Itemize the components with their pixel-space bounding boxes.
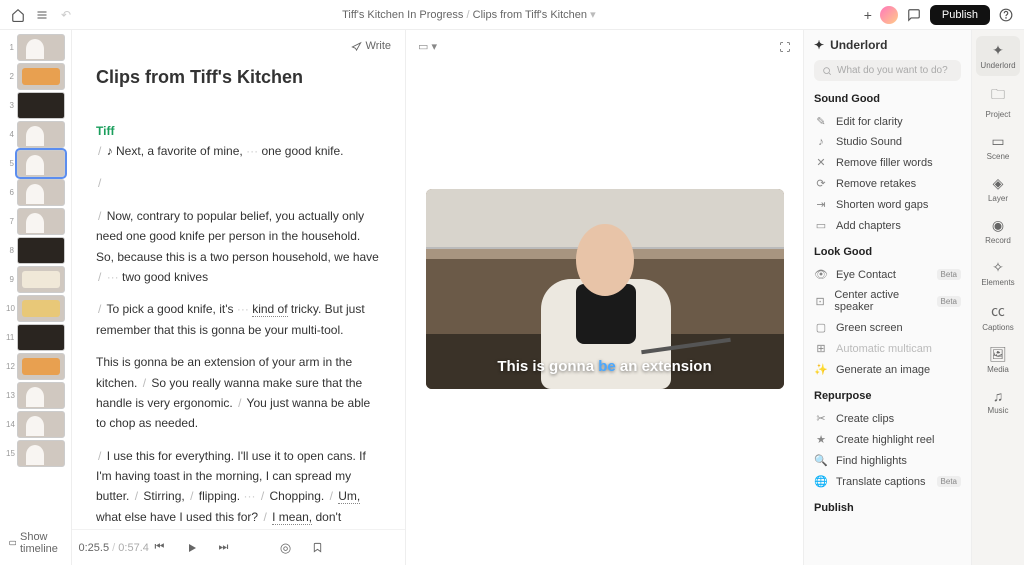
green-screen-button[interactable]: ▢Green screen bbox=[814, 317, 961, 338]
layout-icon[interactable]: ▭ ▾ bbox=[418, 40, 437, 53]
studio-sound-button[interactable]: ♪Studio Sound bbox=[814, 132, 961, 152]
auto-multicam-button: ⊞Automatic multicam bbox=[814, 338, 961, 359]
panel-title: ✦ Underlord bbox=[814, 38, 961, 52]
rail-captions[interactable]: ㏄Captions bbox=[976, 295, 1020, 338]
center-speaker-button[interactable]: ⊡Center active speakerBeta bbox=[814, 285, 961, 317]
rail-layer[interactable]: ◈Layer bbox=[976, 169, 1020, 209]
avatar[interactable] bbox=[880, 6, 898, 24]
rail-underlord[interactable]: ✦Underlord bbox=[976, 36, 1020, 76]
eye-contact-button[interactable]: 👁Eye ContactBeta bbox=[814, 264, 961, 285]
panel-search-input[interactable]: What do you want to do? bbox=[814, 60, 961, 81]
shorten-gaps-button[interactable]: ⇥Shorten word gaps bbox=[814, 194, 961, 215]
section-sound: Sound Good bbox=[814, 93, 961, 105]
play-bar: 0:25.5 / 0:57.4 ⏮ ⏭ ◎ bbox=[72, 529, 405, 565]
video-frame[interactable]: This is gonna be an extension bbox=[426, 189, 784, 389]
video-caption: This is gonna be an extension bbox=[426, 358, 784, 375]
thumb-6[interactable] bbox=[17, 179, 65, 206]
expand-icon[interactable] bbox=[779, 41, 791, 53]
right-rail: ✦Underlord 🗀Project ▭Scene ◈Layer ◉Recor… bbox=[972, 30, 1024, 565]
thumb-4[interactable] bbox=[17, 121, 65, 148]
generate-image-button[interactable]: ✨Generate an image bbox=[814, 359, 961, 380]
page-title: Clips from Tiff's Kitchen bbox=[96, 62, 381, 93]
speed-icon[interactable]: ◎ bbox=[275, 537, 297, 559]
skip-back-icon[interactable]: ⏮ bbox=[149, 537, 171, 559]
find-highlights-button[interactable]: 🔍Find highlights bbox=[814, 450, 961, 471]
translate-captions-button[interactable]: 🌐Translate captionsBeta bbox=[814, 471, 961, 492]
top-bar: ↶ Tiff's Kitchen In Progress / Clips fro… bbox=[0, 0, 1024, 30]
show-timeline-label: Show timeline bbox=[20, 531, 62, 555]
thumb-8[interactable] bbox=[17, 237, 65, 264]
skip-forward-icon[interactable]: ⏭ bbox=[213, 537, 235, 559]
thumb-2[interactable] bbox=[17, 63, 65, 90]
thumb-14[interactable] bbox=[17, 411, 65, 438]
edit-clarity-button[interactable]: ✎Edit for clarity bbox=[814, 111, 961, 132]
rail-media[interactable]: 🖼Media bbox=[976, 340, 1020, 380]
show-timeline-button[interactable]: Show timeline bbox=[0, 525, 72, 561]
breadcrumb-project[interactable]: Tiff's Kitchen In Progress bbox=[342, 9, 463, 21]
create-clips-button[interactable]: ✂Create clips bbox=[814, 408, 961, 429]
rail-music[interactable]: ♫Music bbox=[976, 382, 1020, 421]
rail-scene[interactable]: ▭Scene bbox=[976, 127, 1020, 167]
script-body[interactable]: Clips from Tiff's Kitchen Tiff / ♪ Next,… bbox=[72, 62, 405, 529]
rail-record[interactable]: ◉Record bbox=[976, 211, 1020, 251]
script-editor: Write Clips from Tiff's Kitchen Tiff / ♪… bbox=[72, 30, 406, 565]
remove-retakes-button[interactable]: ⟳Remove retakes bbox=[814, 173, 961, 194]
publish-button[interactable]: Publish bbox=[930, 5, 990, 25]
menu-icon[interactable] bbox=[34, 7, 50, 23]
section-repurpose: Repurpose bbox=[814, 390, 961, 402]
thumb-3[interactable] bbox=[17, 92, 65, 119]
thumbnail-strip: 1 2 3 4 5 6 7 8 9 10 11 12 13 14 15 Show… bbox=[0, 30, 72, 565]
add-chapters-button[interactable]: ▭Add chapters bbox=[814, 215, 961, 236]
thumb-10[interactable] bbox=[17, 295, 65, 322]
thumb-9[interactable] bbox=[17, 266, 65, 293]
bookmark-icon[interactable] bbox=[307, 537, 329, 559]
write-button[interactable]: Write bbox=[351, 40, 391, 52]
play-icon[interactable] bbox=[181, 537, 203, 559]
thumb-5[interactable] bbox=[17, 150, 65, 177]
add-icon[interactable]: + bbox=[864, 7, 872, 23]
home-icon[interactable] bbox=[10, 7, 26, 23]
rail-elements[interactable]: ✧Elements bbox=[976, 253, 1020, 293]
thumb-11[interactable] bbox=[17, 324, 65, 351]
breadcrumb-clip[interactable]: Clips from Tiff's Kitchen bbox=[473, 9, 587, 21]
remove-fillers-button[interactable]: ✕Remove filler words bbox=[814, 152, 961, 173]
rail-project[interactable]: 🗀Project bbox=[976, 78, 1020, 125]
thumb-13[interactable] bbox=[17, 382, 65, 409]
thumb-1[interactable] bbox=[17, 34, 65, 61]
underlord-panel: ✦ Underlord What do you want to do? Soun… bbox=[804, 30, 972, 565]
highlight-reel-button[interactable]: ★Create highlight reel bbox=[814, 429, 961, 450]
thumb-7[interactable] bbox=[17, 208, 65, 235]
help-icon[interactable] bbox=[998, 7, 1014, 23]
underlord-icon: ✦ bbox=[814, 38, 824, 52]
undo-icon[interactable]: ↶ bbox=[58, 7, 74, 23]
section-look: Look Good bbox=[814, 246, 961, 258]
thumb-12[interactable] bbox=[17, 353, 65, 380]
time-display: 0:25.5 / 0:57.4 bbox=[79, 542, 149, 554]
comment-icon[interactable] bbox=[906, 7, 922, 23]
speaker-label: Tiff bbox=[96, 121, 381, 141]
section-publish: Publish bbox=[814, 502, 961, 514]
breadcrumb[interactable]: Tiff's Kitchen In Progress / Clips from … bbox=[82, 8, 856, 21]
video-preview: ▭ ▾ This is gonna be an extension bbox=[406, 30, 804, 565]
thumb-15[interactable] bbox=[17, 440, 65, 467]
